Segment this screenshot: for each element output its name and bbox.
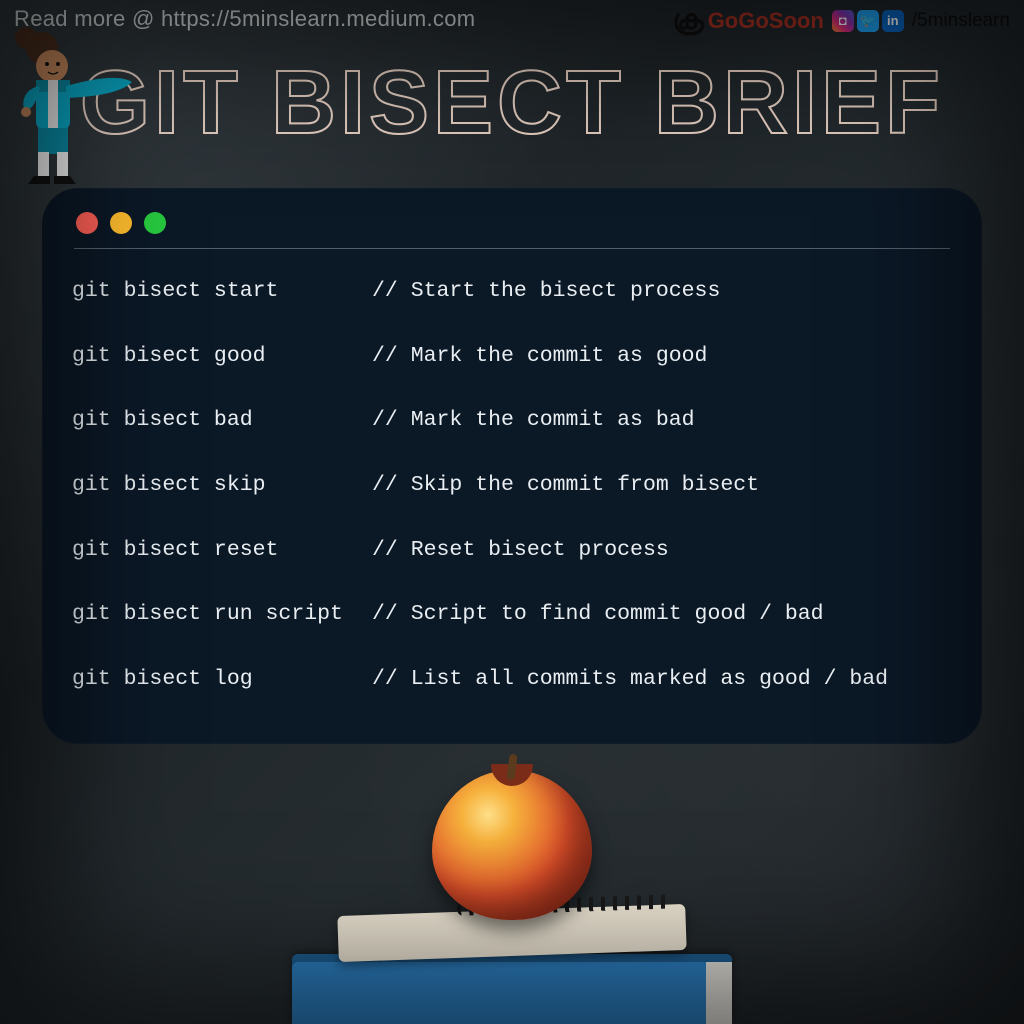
command-desc: // Mark the commit as bad (372, 408, 952, 432)
brand-cluster: ക്ര GoGoSoon ◘ 🐦 in /5minslearn (673, 4, 1010, 37)
book-stack-illustration (292, 764, 732, 1024)
command-text: git bisect skip (72, 473, 372, 497)
command-row: git bisect log // List all commits marke… (72, 667, 952, 691)
close-dot-icon[interactable] (76, 212, 98, 234)
command-desc: // Skip the commit from bisect (372, 473, 952, 497)
blue-book (292, 954, 732, 1024)
command-desc: // List all commits marked as good / bad (372, 667, 952, 691)
command-text: git bisect log (72, 667, 372, 691)
teacher-illustration (8, 26, 138, 196)
page-title: GIT BISECT BRIEF (0, 52, 1024, 155)
twitter-icon[interactable]: 🐦 (857, 10, 879, 32)
command-row: git bisect skip // Skip the commit from … (72, 473, 952, 497)
divider (74, 248, 950, 249)
command-text: git bisect good (72, 344, 372, 368)
command-text: git bisect run script (72, 602, 372, 626)
window-controls (72, 210, 952, 248)
linkedin-icon[interactable]: in (882, 10, 904, 32)
command-text: git bisect bad (72, 408, 372, 432)
command-row: git bisect bad // Mark the commit as bad (72, 408, 952, 432)
command-row: git bisect run script // Script to find … (72, 602, 952, 626)
brand-name: GoGoSoon (708, 8, 824, 34)
maximize-dot-icon[interactable] (144, 212, 166, 234)
social-handle: /5minslearn (912, 10, 1010, 32)
command-list: git bisect start // Start the bisect pro… (72, 259, 952, 711)
infographic-canvas: Read more @ https://5minslearn.medium.co… (0, 0, 1024, 1024)
social-icons: ◘ 🐦 in (832, 10, 904, 32)
command-desc: // Mark the commit as good (372, 344, 952, 368)
command-desc: // Script to find commit good / bad (372, 602, 952, 626)
minimize-dot-icon[interactable] (110, 212, 132, 234)
command-desc: // Reset bisect process (372, 538, 952, 562)
command-text: git bisect start (72, 279, 372, 303)
terminal-window: git bisect start // Start the bisect pro… (42, 188, 982, 744)
command-row: git bisect reset // Reset bisect process (72, 538, 952, 562)
apple-illustration (432, 760, 592, 920)
command-desc: // Start the bisect process (372, 279, 952, 303)
brand-logo-icon: ക്ര (673, 4, 700, 37)
command-row: git bisect good // Mark the commit as go… (72, 344, 952, 368)
instagram-icon[interactable]: ◘ (832, 10, 854, 32)
command-row: git bisect start // Start the bisect pro… (72, 279, 952, 303)
command-text: git bisect reset (72, 538, 372, 562)
